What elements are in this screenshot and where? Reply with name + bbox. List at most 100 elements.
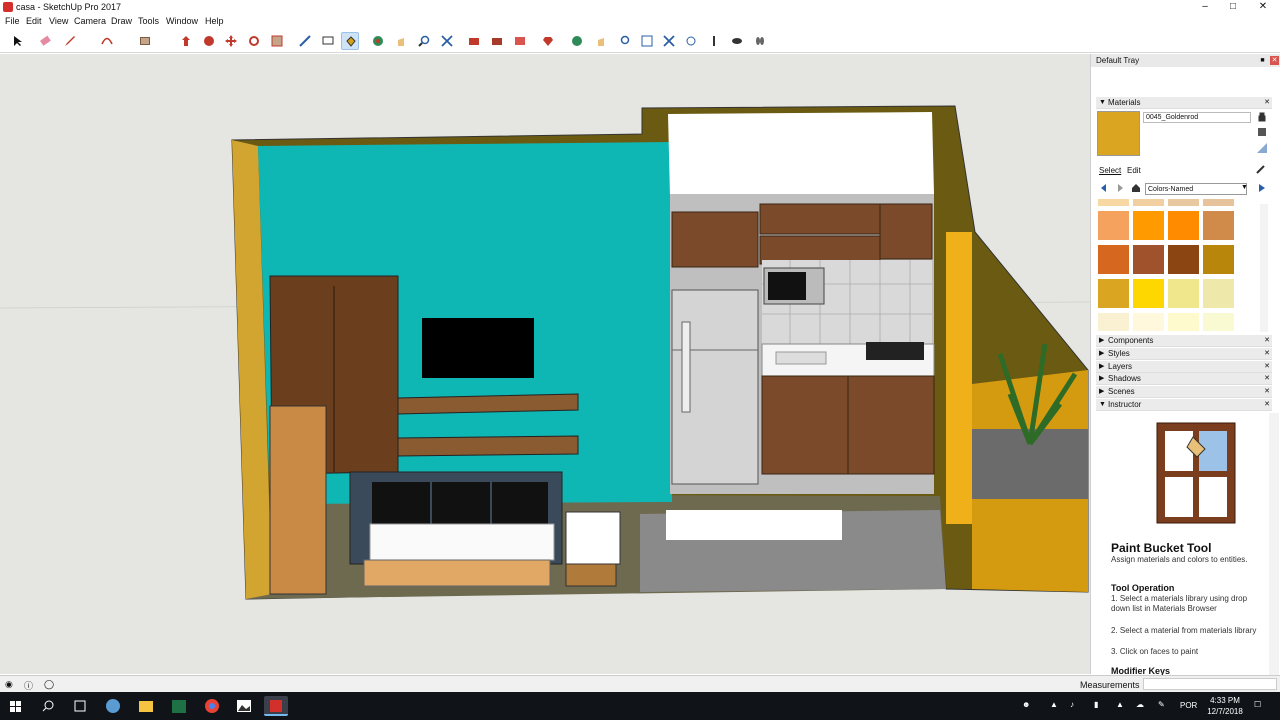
home-icon[interactable] xyxy=(1131,183,1141,193)
material-swatch[interactable] xyxy=(1097,312,1130,331)
volume-icon[interactable]: ♪ xyxy=(1070,700,1074,709)
scale-tool-button[interactable] xyxy=(268,32,286,50)
menu-help[interactable]: Help xyxy=(205,16,224,26)
user-icon[interactable]: ◯ xyxy=(44,679,54,690)
network-icon[interactable]: ▲ xyxy=(1116,700,1124,709)
orbit-tool-button[interactable] xyxy=(369,32,387,50)
close-panel-icon[interactable]: ✕ xyxy=(1264,335,1270,347)
walk-button[interactable] xyxy=(751,32,769,50)
minimize-button[interactable]: – xyxy=(1190,0,1220,15)
material-swatch[interactable] xyxy=(1202,244,1235,275)
previous-view-button[interactable] xyxy=(682,32,700,50)
language-indicator[interactable]: POR xyxy=(1180,701,1197,710)
taskbar-app-excel[interactable] xyxy=(167,696,191,716)
zoom-extents-view-button[interactable] xyxy=(660,32,678,50)
look-around-button[interactable] xyxy=(728,32,746,50)
start-button[interactable] xyxy=(4,696,28,716)
chevron-up-icon[interactable]: ▲ xyxy=(1050,700,1058,709)
eraser-tool-button[interactable] xyxy=(36,32,54,50)
material-swatch[interactable] xyxy=(1132,210,1165,241)
styles-panel-header[interactable]: ▶ Styles ✕ xyxy=(1096,348,1272,360)
material-swatch[interactable] xyxy=(1202,199,1235,207)
tape-tool-button[interactable] xyxy=(296,32,314,50)
clock-time[interactable]: 4:33 PM xyxy=(1203,696,1247,705)
scenes-panel-header[interactable]: ▶ Scenes ✕ xyxy=(1096,386,1272,398)
back-icon[interactable] xyxy=(1099,183,1109,193)
paint-bucket-tool-button[interactable] xyxy=(341,32,359,50)
material-swatch[interactable] xyxy=(1167,210,1200,241)
menu-draw[interactable]: Draw xyxy=(111,16,132,26)
notifications-icon[interactable]: ☐ xyxy=(1254,700,1261,709)
swatch-scrollbar[interactable] xyxy=(1260,204,1268,332)
people-icon[interactable]: ☻ xyxy=(1022,700,1030,709)
menu-camera[interactable]: Camera xyxy=(74,16,106,26)
text-tool-button[interactable] xyxy=(319,32,337,50)
material-swatch[interactable] xyxy=(1202,312,1235,331)
maximize-button[interactable]: □ xyxy=(1218,0,1248,15)
material-swatch[interactable] xyxy=(1167,312,1200,331)
instructor-panel-header[interactable]: ▼ Instructor ✕ xyxy=(1096,399,1272,411)
close-window-button[interactable]: ✕ xyxy=(1248,0,1278,15)
material-swatch[interactable] xyxy=(1097,278,1130,309)
material-swatch[interactable] xyxy=(1167,278,1200,309)
components-panel-header[interactable]: ▶ Components ✕ xyxy=(1096,335,1272,347)
position-camera-button[interactable] xyxy=(705,32,723,50)
taskbar-app-browser[interactable] xyxy=(101,696,125,716)
sample-paint-icon[interactable] xyxy=(1256,164,1266,174)
shadows-panel-header[interactable]: ▶ Shadows ✕ xyxy=(1096,373,1272,385)
pencil-tool-button[interactable] xyxy=(61,32,79,50)
zoom-tool-button[interactable] xyxy=(415,32,433,50)
default-material-icon[interactable] xyxy=(1257,143,1267,153)
material-swatch[interactable] xyxy=(1202,210,1235,241)
material-swatch[interactable] xyxy=(1097,210,1130,241)
close-panel-icon[interactable]: ✕ xyxy=(1264,348,1270,360)
material-swatch[interactable] xyxy=(1097,199,1130,207)
arc-tool-button[interactable] xyxy=(98,32,116,50)
pushpull-tool-button[interactable] xyxy=(177,32,195,50)
info-icon[interactable]: ⓘ xyxy=(24,679,33,692)
material-name-field[interactable]: 0045_Goldenrod xyxy=(1143,112,1251,123)
layers-panel-header[interactable]: ▶ Layers ✕ xyxy=(1096,361,1272,373)
followme-tool-button[interactable] xyxy=(200,32,218,50)
materials-panel-header[interactable]: ▼ Materials ✕ xyxy=(1096,97,1272,109)
close-tray-button[interactable]: ✕ xyxy=(1270,56,1279,65)
pan-view-button[interactable] xyxy=(592,32,610,50)
pen-icon[interactable]: ✎ xyxy=(1158,700,1165,709)
menu-edit[interactable]: Edit xyxy=(26,16,42,26)
create-material-icon[interactable] xyxy=(1257,127,1267,137)
close-panel-icon[interactable]: ✕ xyxy=(1264,97,1270,109)
menu-window[interactable]: Window xyxy=(166,16,198,26)
drawing-viewport[interactable] xyxy=(0,54,1090,674)
zoom-window-button[interactable] xyxy=(638,32,656,50)
menu-view[interactable]: View xyxy=(49,16,68,26)
close-panel-icon[interactable]: ✕ xyxy=(1264,373,1270,385)
pan-tool-button[interactable] xyxy=(392,32,410,50)
close-panel-icon[interactable]: ✕ xyxy=(1264,399,1270,411)
taskbar-app-chrome[interactable] xyxy=(200,696,224,716)
battery-icon[interactable]: ▮ xyxy=(1094,700,1098,709)
model-scene[interactable] xyxy=(0,54,1090,674)
pin-tray-button[interactable]: ■ xyxy=(1258,56,1267,65)
material-swatch[interactable] xyxy=(1132,199,1165,207)
tab-select[interactable]: Select xyxy=(1099,166,1121,175)
material-swatch[interactable] xyxy=(1167,244,1200,275)
instructor-scrollbar[interactable] xyxy=(1269,413,1279,675)
task-view-button[interactable] xyxy=(68,696,92,716)
details-icon[interactable] xyxy=(1257,183,1267,193)
geolocation-icon[interactable]: ◉ xyxy=(5,679,13,690)
rectangle-tool-button[interactable] xyxy=(136,32,154,50)
orbit-view-button[interactable] xyxy=(568,32,586,50)
rotate-tool-button[interactable] xyxy=(245,32,263,50)
active-material-swatch[interactable] xyxy=(1097,111,1140,156)
forward-icon[interactable] xyxy=(1115,183,1125,193)
material-swatch[interactable] xyxy=(1132,244,1165,275)
menu-tools[interactable]: Tools xyxy=(138,16,159,26)
menu-file[interactable]: File xyxy=(5,16,20,26)
library-dropdown[interactable]: Colors-Named xyxy=(1145,183,1247,195)
measurements-input[interactable] xyxy=(1143,678,1277,690)
extension-warehouse-button[interactable] xyxy=(488,32,506,50)
send-to-layout-button[interactable] xyxy=(511,32,529,50)
tab-edit[interactable]: Edit xyxy=(1127,166,1141,175)
taskbar-app-sketchup[interactable] xyxy=(264,696,288,716)
search-button[interactable] xyxy=(36,696,60,716)
